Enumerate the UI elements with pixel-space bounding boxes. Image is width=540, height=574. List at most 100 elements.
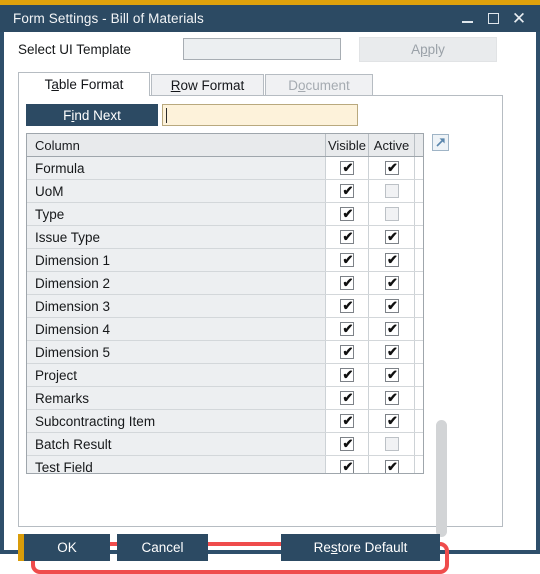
active-checkbox[interactable]: ✔ <box>384 344 399 359</box>
visible-checkbox[interactable]: ✔ <box>340 322 354 336</box>
checkmark-icon: ✔ <box>387 160 398 175</box>
active-checkbox[interactable]: ✔ <box>384 391 399 405</box>
visible-checkbox[interactable]: ✔ <box>340 391 354 405</box>
visible-checkbox[interactable]: ✔ <box>340 253 354 267</box>
row-visible-cell[interactable]: ✔ <box>326 364 369 386</box>
visible-checkbox[interactable]: ✔ <box>340 161 354 175</box>
row-visible-cell[interactable]: ✔ <box>326 295 369 317</box>
row-visible-cell[interactable]: ✔ <box>326 226 369 248</box>
row-visible-cell[interactable]: ✔ <box>326 410 369 432</box>
table-row[interactable]: UoM ✔ <box>27 180 423 203</box>
row-visible-cell[interactable]: ✔ <box>326 433 369 455</box>
maximize-button[interactable] <box>480 5 506 32</box>
row-visible-cell[interactable]: ✔ <box>326 157 369 179</box>
checkmark-icon: ✔ <box>342 344 354 359</box>
checkmark-icon: ✔ <box>387 367 398 382</box>
row-active-cell[interactable]: ✔ <box>369 295 415 317</box>
window-controls: ✕ <box>454 5 532 32</box>
cancel-button[interactable]: Cancel <box>117 534 208 561</box>
grid-scrollbar-thumb[interactable] <box>436 420 447 537</box>
checkmark-icon: ✔ <box>387 344 398 359</box>
table-row[interactable]: Issue Type ✔ ✔ <box>27 226 423 249</box>
visible-checkbox[interactable]: ✔ <box>340 368 354 382</box>
row-active-cell[interactable]: ✔ <box>369 410 415 432</box>
row-active-cell[interactable] <box>369 180 415 202</box>
checkmark-icon: ✔ <box>387 229 398 244</box>
checkmark-icon: ✔ <box>387 321 398 336</box>
active-checkbox[interactable]: ✔ <box>384 367 399 382</box>
row-active-cell[interactable]: ✔ <box>369 157 415 179</box>
table-row[interactable]: Dimension 3 ✔ ✔ <box>27 295 423 318</box>
row-active-cell[interactable]: ✔ <box>369 272 415 294</box>
apply-button[interactable]: Apply <box>359 37 497 62</box>
table-row[interactable]: Test Field ✔ ✔ <box>27 456 423 473</box>
row-visible-cell[interactable]: ✔ <box>326 272 369 294</box>
row-visible-cell[interactable]: ✔ <box>326 203 369 225</box>
tab-row-format[interactable]: Row Format <box>151 74 264 96</box>
row-visible-cell[interactable]: ✔ <box>326 387 369 409</box>
close-button[interactable]: ✕ <box>506 5 532 32</box>
active-checkbox[interactable]: ✔ <box>384 229 399 244</box>
find-next-button[interactable]: Find Next <box>26 104 158 126</box>
minimize-button[interactable] <box>454 5 480 32</box>
row-visible-cell[interactable]: ✔ <box>326 249 369 271</box>
active-checkbox[interactable]: ✔ <box>384 160 399 175</box>
tab-document[interactable]: Document <box>265 74 373 96</box>
row-active-cell[interactable]: ✔ <box>369 456 415 473</box>
minimize-icon <box>461 21 473 23</box>
row-spacer <box>415 180 423 202</box>
active-checkbox[interactable] <box>384 437 399 451</box>
row-active-cell[interactable]: ✔ <box>369 249 415 271</box>
row-active-cell[interactable]: ✔ <box>369 387 415 409</box>
active-checkbox[interactable] <box>384 207 399 221</box>
visible-checkbox[interactable]: ✔ <box>340 207 354 221</box>
visible-checkbox[interactable]: ✔ <box>340 414 354 428</box>
row-active-cell[interactable]: ✔ <box>369 364 415 386</box>
table-row[interactable]: Subcontracting Item ✔ ✔ <box>27 410 423 433</box>
table-row[interactable]: Dimension 4 ✔ ✔ <box>27 318 423 341</box>
active-checkbox[interactable]: ✔ <box>384 460 399 473</box>
tab-table-format[interactable]: Table Format <box>18 72 150 96</box>
table-row[interactable]: Dimension 2 ✔ ✔ <box>27 272 423 295</box>
visible-checkbox[interactable]: ✔ <box>340 230 354 244</box>
row-column-name: Remarks <box>27 387 326 409</box>
select-ui-template-input[interactable] <box>183 38 341 60</box>
ok-button[interactable]: OK <box>18 534 110 561</box>
visible-checkbox[interactable]: ✔ <box>340 276 354 290</box>
row-active-cell[interactable]: ✔ <box>369 341 415 363</box>
table-row[interactable]: Type ✔ <box>27 203 423 226</box>
row-visible-cell[interactable]: ✔ <box>326 180 369 202</box>
find-input[interactable] <box>162 104 358 126</box>
visible-checkbox[interactable]: ✔ <box>340 184 354 198</box>
header-column[interactable]: Column <box>27 134 326 156</box>
table-row[interactable]: Dimension 5 ✔ ✔ <box>27 341 423 364</box>
row-visible-cell[interactable]: ✔ <box>326 341 369 363</box>
visible-checkbox[interactable]: ✔ <box>340 299 354 313</box>
header-visible[interactable]: Visible <box>326 134 369 156</box>
row-active-cell[interactable] <box>369 433 415 455</box>
row-active-cell[interactable] <box>369 203 415 225</box>
row-visible-cell[interactable]: ✔ <box>326 456 369 473</box>
table-row[interactable]: Project ✔ ✔ <box>27 364 423 387</box>
row-spacer <box>415 364 423 386</box>
table-row[interactable]: Formula ✔ ✔ <box>27 157 423 180</box>
row-visible-cell[interactable]: ✔ <box>326 318 369 340</box>
table-row[interactable]: Batch Result ✔ <box>27 433 423 456</box>
table-row[interactable]: Remarks ✔ ✔ <box>27 387 423 410</box>
visible-checkbox[interactable]: ✔ <box>340 437 354 451</box>
visible-checkbox[interactable]: ✔ <box>340 460 354 473</box>
restore-default-button[interactable]: Restore Default <box>281 534 440 561</box>
row-column-name: Dimension 4 <box>27 318 326 340</box>
visible-checkbox[interactable]: ✔ <box>340 345 354 359</box>
row-active-cell[interactable]: ✔ <box>369 318 415 340</box>
row-active-cell[interactable]: ✔ <box>369 226 415 248</box>
checkmark-icon: ✔ <box>342 252 354 267</box>
active-checkbox[interactable]: ✔ <box>384 321 399 336</box>
active-checkbox[interactable]: ✔ <box>384 276 399 290</box>
active-checkbox[interactable] <box>384 184 399 198</box>
header-active[interactable]: Active <box>369 134 415 156</box>
table-row[interactable]: Dimension 1 ✔ ✔ <box>27 249 423 272</box>
active-checkbox[interactable]: ✔ <box>384 299 399 313</box>
active-checkbox[interactable]: ✔ <box>384 253 399 267</box>
active-checkbox[interactable]: ✔ <box>384 414 399 428</box>
